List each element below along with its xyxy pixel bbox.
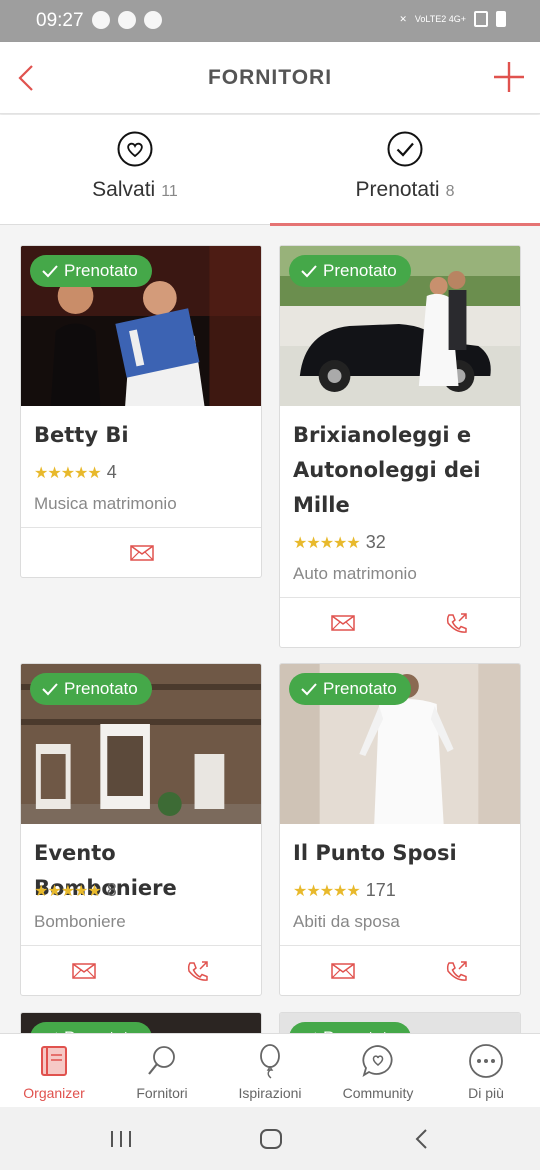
booked-badge-label: Prenotato — [64, 261, 138, 280]
phone-call-icon[interactable] — [444, 611, 470, 635]
vendor-card[interactable]: Prenotato Betty Bi ★★★★★ 4 Musica matrim… — [20, 245, 262, 578]
nav-organizer-label: Organizer — [23, 1085, 85, 1101]
battery-icon — [496, 11, 506, 27]
vendor-rating: ★★★★★ 8 — [34, 880, 117, 901]
mail-icon[interactable] — [129, 541, 155, 565]
card-actions — [280, 597, 520, 647]
app-header: FORNITORI — [0, 42, 540, 114]
rating-stars-icon: ★★★★★ — [34, 882, 102, 900]
booked-badge: Prenotato — [289, 673, 411, 705]
tab-prenotati-text: Prenotati — [355, 178, 440, 201]
more-dots-icon — [469, 1044, 503, 1078]
card-actions — [280, 945, 520, 995]
status-time: 09:27 — [36, 10, 84, 31]
check-icon — [301, 265, 317, 278]
notification-icons — [92, 11, 162, 29]
back-icon[interactable] — [412, 1128, 432, 1150]
network-label: VoLTE2 4G+ — [414, 14, 466, 24]
mute-icon: ✕ — [399, 13, 407, 24]
nav-ispirazioni[interactable]: Ispirazioni — [216, 1034, 324, 1108]
vendor-rating: ★★★★★ 171 — [293, 880, 396, 901]
booked-badge: Prenotato — [30, 255, 152, 287]
nav-di-piu-label: Di più — [468, 1085, 504, 1101]
nav-fornitori-label: Fornitori — [136, 1085, 188, 1101]
tab-salvati[interactable]: Salvati 11 — [0, 115, 270, 225]
tab-prenotati-label: Prenotati 8 — [270, 178, 540, 202]
tab-salvati-count: 11 — [161, 183, 178, 200]
rating-stars-icon: ★★★★★ — [293, 534, 361, 552]
bottom-navigation: Organizer Fornitori Ispirazioni Communit… — [0, 1033, 540, 1107]
phone-call-icon[interactable] — [444, 959, 470, 983]
booked-badge: Prenotato — [30, 673, 152, 705]
vendor-card[interactable]: Prenotato Il Punto Sposi ★★★★★ 171 Abiti… — [279, 663, 521, 996]
message-icon — [144, 11, 162, 29]
magnifier-icon — [148, 1046, 175, 1075]
nav-organizer[interactable]: Organizer — [0, 1034, 108, 1108]
rating-count: 4 — [106, 462, 117, 482]
booked-badge-label: Prenotato — [323, 261, 397, 280]
check-icon — [42, 683, 58, 696]
signal-icon — [474, 11, 488, 27]
nav-ispirazioni-label: Ispirazioni — [238, 1085, 302, 1101]
vendor-card[interactable]: Prenotato Evento Bomboniere ★★★★★ 8 Bomb… — [20, 663, 262, 996]
nav-community-label: Community — [342, 1085, 414, 1101]
check-circle-icon — [387, 131, 423, 167]
rating-stars-icon: ★★★★★ — [293, 882, 361, 900]
recent-apps-icon[interactable] — [108, 1129, 134, 1149]
vendor-card[interactable]: Prenotato Brixianoleggi e Autonoleggi de… — [279, 245, 521, 648]
system-navigation-bar — [0, 1107, 540, 1170]
vendor-rating: ★★★★★ 32 — [293, 532, 386, 553]
vendor-name: Il Punto Sposi — [293, 841, 457, 865]
system-status-icons: ✕ VoLTE2 4G+ — [399, 11, 506, 27]
rating-count: 8 — [106, 880, 117, 900]
card-actions — [21, 945, 261, 995]
card-actions — [21, 527, 261, 577]
tab-bar: Salvati 11 Prenotati 8 — [0, 115, 540, 226]
booked-badge: Prenotato — [289, 255, 411, 287]
tab-salvati-label: Salvati 11 — [0, 178, 270, 202]
rating-count: 171 — [365, 880, 396, 900]
chat-heart-icon — [362, 1045, 393, 1077]
mail-icon[interactable] — [330, 959, 356, 983]
check-icon — [301, 683, 317, 696]
rating-stars-icon: ★★★★★ — [34, 464, 102, 482]
tab-prenotati-count: 8 — [445, 183, 455, 200]
nav-di-piu[interactable]: Di più — [432, 1034, 540, 1108]
balloon-icon — [260, 1044, 280, 1079]
nav-fornitori[interactable]: Fornitori — [108, 1034, 216, 1108]
app-notification-icon — [92, 11, 110, 29]
booked-badge-label: Prenotato — [323, 679, 397, 698]
status-bar: 09:27 ✕ VoLTE2 4G+ — [0, 0, 540, 42]
heart-icon — [117, 131, 153, 167]
active-tab-indicator — [270, 223, 540, 226]
notebook-icon — [41, 1046, 67, 1076]
nav-community[interactable]: Community — [324, 1034, 432, 1108]
tab-prenotati[interactable]: Prenotati 8 — [270, 115, 540, 226]
phone-call-icon[interactable] — [185, 959, 211, 983]
tab-salvati-text: Salvati — [92, 178, 156, 201]
home-icon[interactable] — [259, 1128, 283, 1150]
booked-badge-label: Prenotato — [64, 679, 138, 698]
vendor-category: Abiti da sposa — [293, 912, 400, 931]
facebook-icon — [118, 11, 136, 29]
vendor-rating: ★★★★★ 4 — [34, 462, 117, 483]
vendor-name: Betty Bi — [34, 423, 129, 447]
mail-icon[interactable] — [330, 611, 356, 635]
rating-count: 32 — [365, 532, 386, 552]
add-plus-icon[interactable] — [492, 60, 526, 94]
vendor-category: Bomboniere — [34, 912, 126, 931]
vendor-name: Brixianoleggi e Autonoleggi dei Mille — [293, 423, 481, 517]
mail-icon[interactable] — [71, 959, 97, 983]
vendor-category: Musica matrimonio — [34, 494, 177, 513]
check-icon — [42, 265, 58, 278]
page-title: FORNITORI — [207, 66, 333, 89]
vendor-category: Auto matrimonio — [293, 564, 417, 583]
